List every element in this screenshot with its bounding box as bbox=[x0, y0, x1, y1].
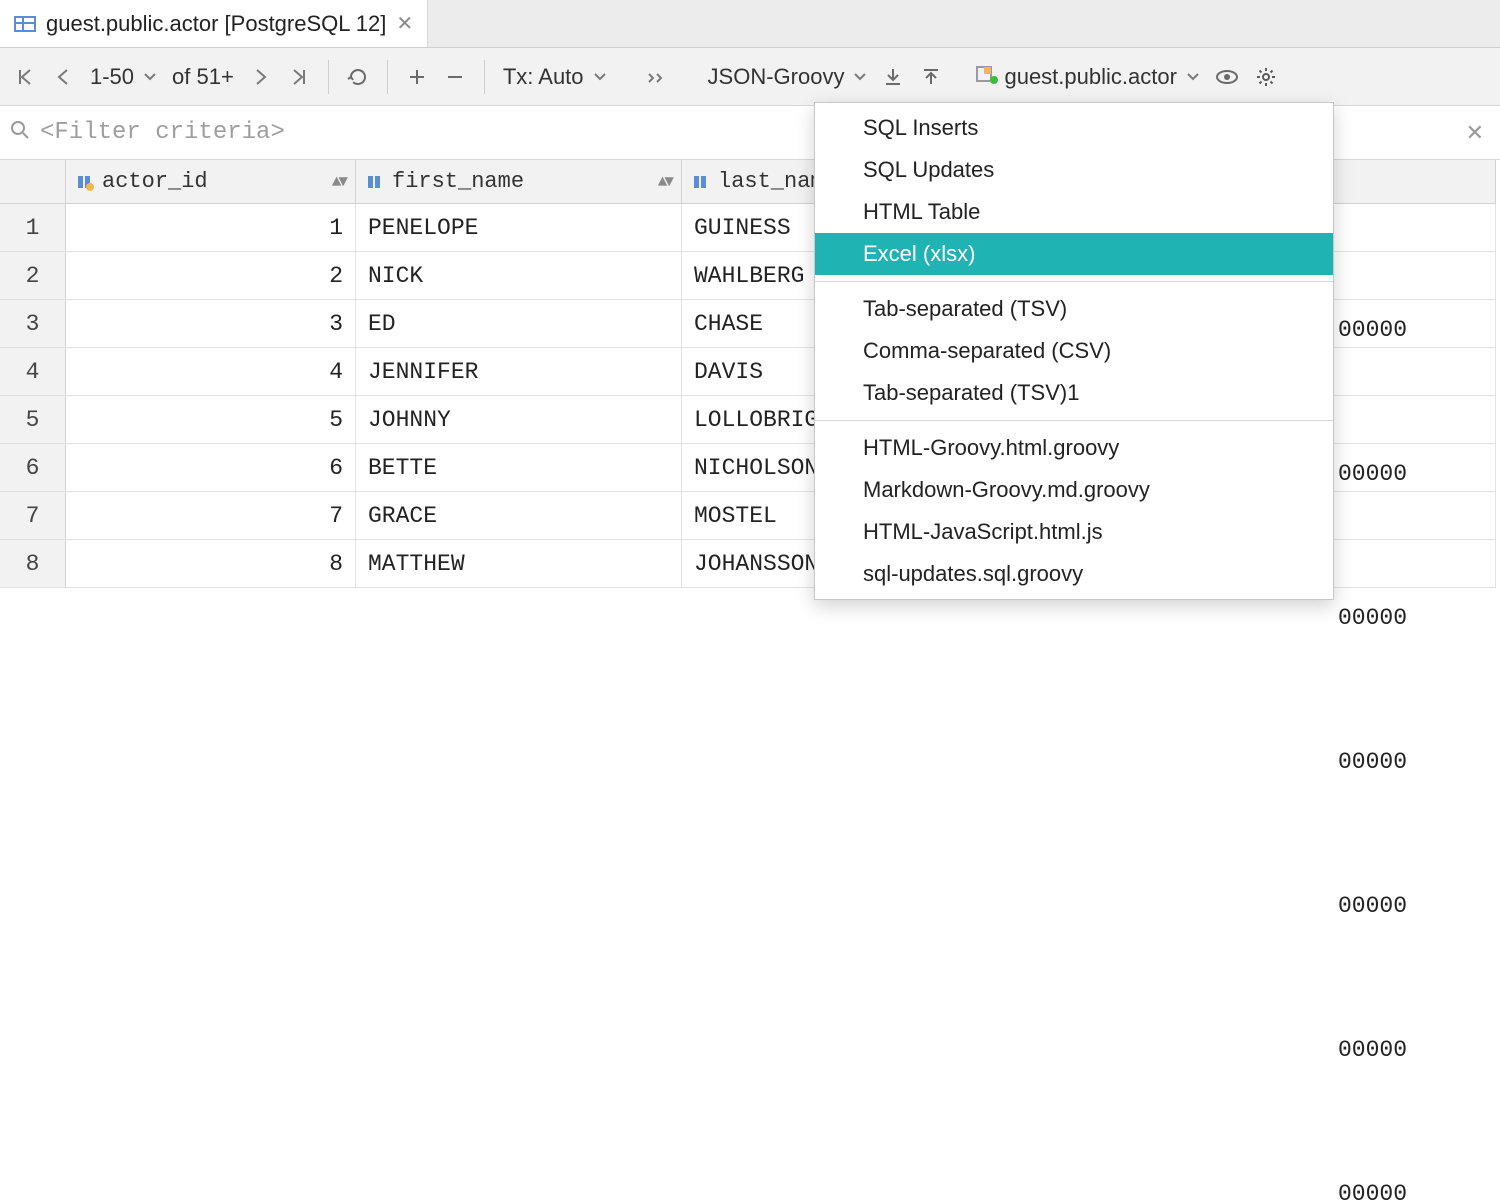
cell[interactable]: MATTHEW bbox=[356, 540, 682, 588]
cell[interactable]: BETTE bbox=[356, 444, 682, 492]
cell[interactable]: 8 bbox=[66, 540, 356, 588]
row-number[interactable]: 4 bbox=[0, 348, 66, 396]
search-icon bbox=[10, 120, 30, 146]
extractor-label: JSON-Groovy bbox=[708, 64, 845, 90]
results-toolbar: 1-50 of 51+ Tx: Auto JSON-Groovy guest.p… bbox=[0, 48, 1500, 106]
cell[interactable]: 6 bbox=[66, 444, 356, 492]
menu-item-html-groovy[interactable]: HTML-Groovy.html.groovy bbox=[815, 427, 1333, 469]
row-number[interactable]: 6 bbox=[0, 444, 66, 492]
row-number[interactable]: 1 bbox=[0, 204, 66, 252]
add-row-button[interactable] bbox=[402, 59, 432, 95]
clear-filter-icon[interactable]: ✕ bbox=[1460, 120, 1490, 146]
cell[interactable]: 2 bbox=[66, 252, 356, 300]
reload-button[interactable] bbox=[343, 59, 373, 95]
total-rows-label: of 51+ bbox=[168, 64, 238, 90]
cell[interactable]: 4 bbox=[66, 348, 356, 396]
last-page-button[interactable] bbox=[284, 59, 314, 95]
tx-mode-dropdown[interactable]: Tx: Auto bbox=[499, 64, 610, 90]
cell[interactable]: PENELOPE bbox=[356, 204, 682, 252]
menu-item-html-table[interactable]: HTML Table bbox=[815, 191, 1333, 233]
import-data-button[interactable] bbox=[916, 59, 946, 95]
row-number[interactable]: 3 bbox=[0, 300, 66, 348]
column-name: actor_id bbox=[102, 169, 208, 194]
separator bbox=[387, 60, 388, 94]
next-page-button[interactable] bbox=[246, 59, 276, 95]
row-number[interactable]: 2 bbox=[0, 252, 66, 300]
tx-mode-label: Tx: Auto bbox=[503, 64, 584, 90]
menu-divider bbox=[815, 420, 1333, 421]
separator bbox=[328, 60, 329, 94]
extractor-menu: SQL Inserts SQL Updates HTML Table Excel… bbox=[814, 102, 1334, 600]
column-icon bbox=[366, 173, 384, 191]
menu-item-tsv[interactable]: Tab-separated (TSV) bbox=[815, 288, 1333, 330]
cell[interactable]: JENNIFER bbox=[356, 348, 682, 396]
page-range-label: 1-50 bbox=[90, 64, 134, 90]
chevron-down-icon bbox=[1187, 71, 1199, 83]
separator bbox=[484, 60, 485, 94]
column-header-actor-id[interactable]: actor_id ▲▼ bbox=[66, 160, 356, 204]
menu-item-excel-xlsx[interactable]: Excel (xlsx) bbox=[815, 233, 1333, 275]
cell[interactable]: 5 bbox=[66, 396, 356, 444]
page-range-dropdown[interactable]: 1-50 bbox=[86, 64, 160, 90]
datasource-icon bbox=[974, 64, 998, 90]
sort-indicator-icon[interactable]: ▲▼ bbox=[332, 173, 345, 191]
column-icon bbox=[692, 173, 710, 191]
table-icon bbox=[14, 13, 36, 35]
row-number[interactable]: 5 bbox=[0, 396, 66, 444]
first-page-button[interactable] bbox=[10, 59, 40, 95]
menu-item-sql-updates[interactable]: SQL Updates bbox=[815, 149, 1333, 191]
tab-bar: guest.public.actor [PostgreSQL 12] ✕ bbox=[0, 0, 1500, 48]
menu-divider bbox=[815, 281, 1333, 282]
menu-item-html-js[interactable]: HTML-JavaScript.html.js bbox=[815, 511, 1333, 553]
row-number-header[interactable] bbox=[0, 160, 66, 204]
column-name: first_name bbox=[392, 169, 524, 194]
row-number[interactable]: 7 bbox=[0, 492, 66, 540]
cell[interactable]: GRACE bbox=[356, 492, 682, 540]
cell[interactable]: 3 bbox=[66, 300, 356, 348]
export-data-button[interactable] bbox=[878, 59, 908, 95]
menu-item-markdown-groovy[interactable]: Markdown-Groovy.md.groovy bbox=[815, 469, 1333, 511]
sort-indicator-icon[interactable]: ▲▼ bbox=[658, 173, 671, 191]
view-button[interactable] bbox=[1211, 59, 1243, 95]
extractor-dropdown[interactable]: JSON-Groovy bbox=[704, 64, 871, 90]
chevron-down-icon bbox=[854, 71, 866, 83]
prev-page-button[interactable] bbox=[48, 59, 78, 95]
more-actions-button[interactable] bbox=[642, 59, 672, 95]
menu-item-csv[interactable]: Comma-separated (CSV) bbox=[815, 330, 1333, 372]
close-icon[interactable]: ✕ bbox=[396, 11, 413, 36]
editor-tab[interactable]: guest.public.actor [PostgreSQL 12] ✕ bbox=[0, 0, 428, 47]
cell[interactable]: 7 bbox=[66, 492, 356, 540]
chevron-down-icon bbox=[594, 71, 606, 83]
menu-item-sql-updates-groovy[interactable]: sql-updates.sql.groovy bbox=[815, 553, 1333, 595]
remove-row-button[interactable] bbox=[440, 59, 470, 95]
primary-key-column-icon bbox=[76, 173, 94, 191]
datasource-label: guest.public.actor bbox=[1004, 64, 1176, 90]
row-number[interactable]: 8 bbox=[0, 540, 66, 588]
tab-title: guest.public.actor [PostgreSQL 12] bbox=[46, 11, 386, 37]
column-header-first-name[interactable]: first_name ▲▼ bbox=[356, 160, 682, 204]
cell[interactable]: NICK bbox=[356, 252, 682, 300]
partial-column-values: 00000 00000 00000 00000 00000 00000 0000… bbox=[1338, 210, 1407, 1200]
menu-item-tsv1[interactable]: Tab-separated (TSV)1 bbox=[815, 372, 1333, 414]
chevron-down-icon bbox=[144, 71, 156, 83]
menu-item-sql-inserts[interactable]: SQL Inserts bbox=[815, 107, 1333, 149]
cell[interactable]: ED bbox=[356, 300, 682, 348]
settings-button[interactable] bbox=[1251, 59, 1281, 95]
cell[interactable]: 1 bbox=[66, 204, 356, 252]
datasource-dropdown[interactable]: guest.public.actor bbox=[970, 64, 1202, 90]
cell[interactable]: JOHNNY bbox=[356, 396, 682, 444]
